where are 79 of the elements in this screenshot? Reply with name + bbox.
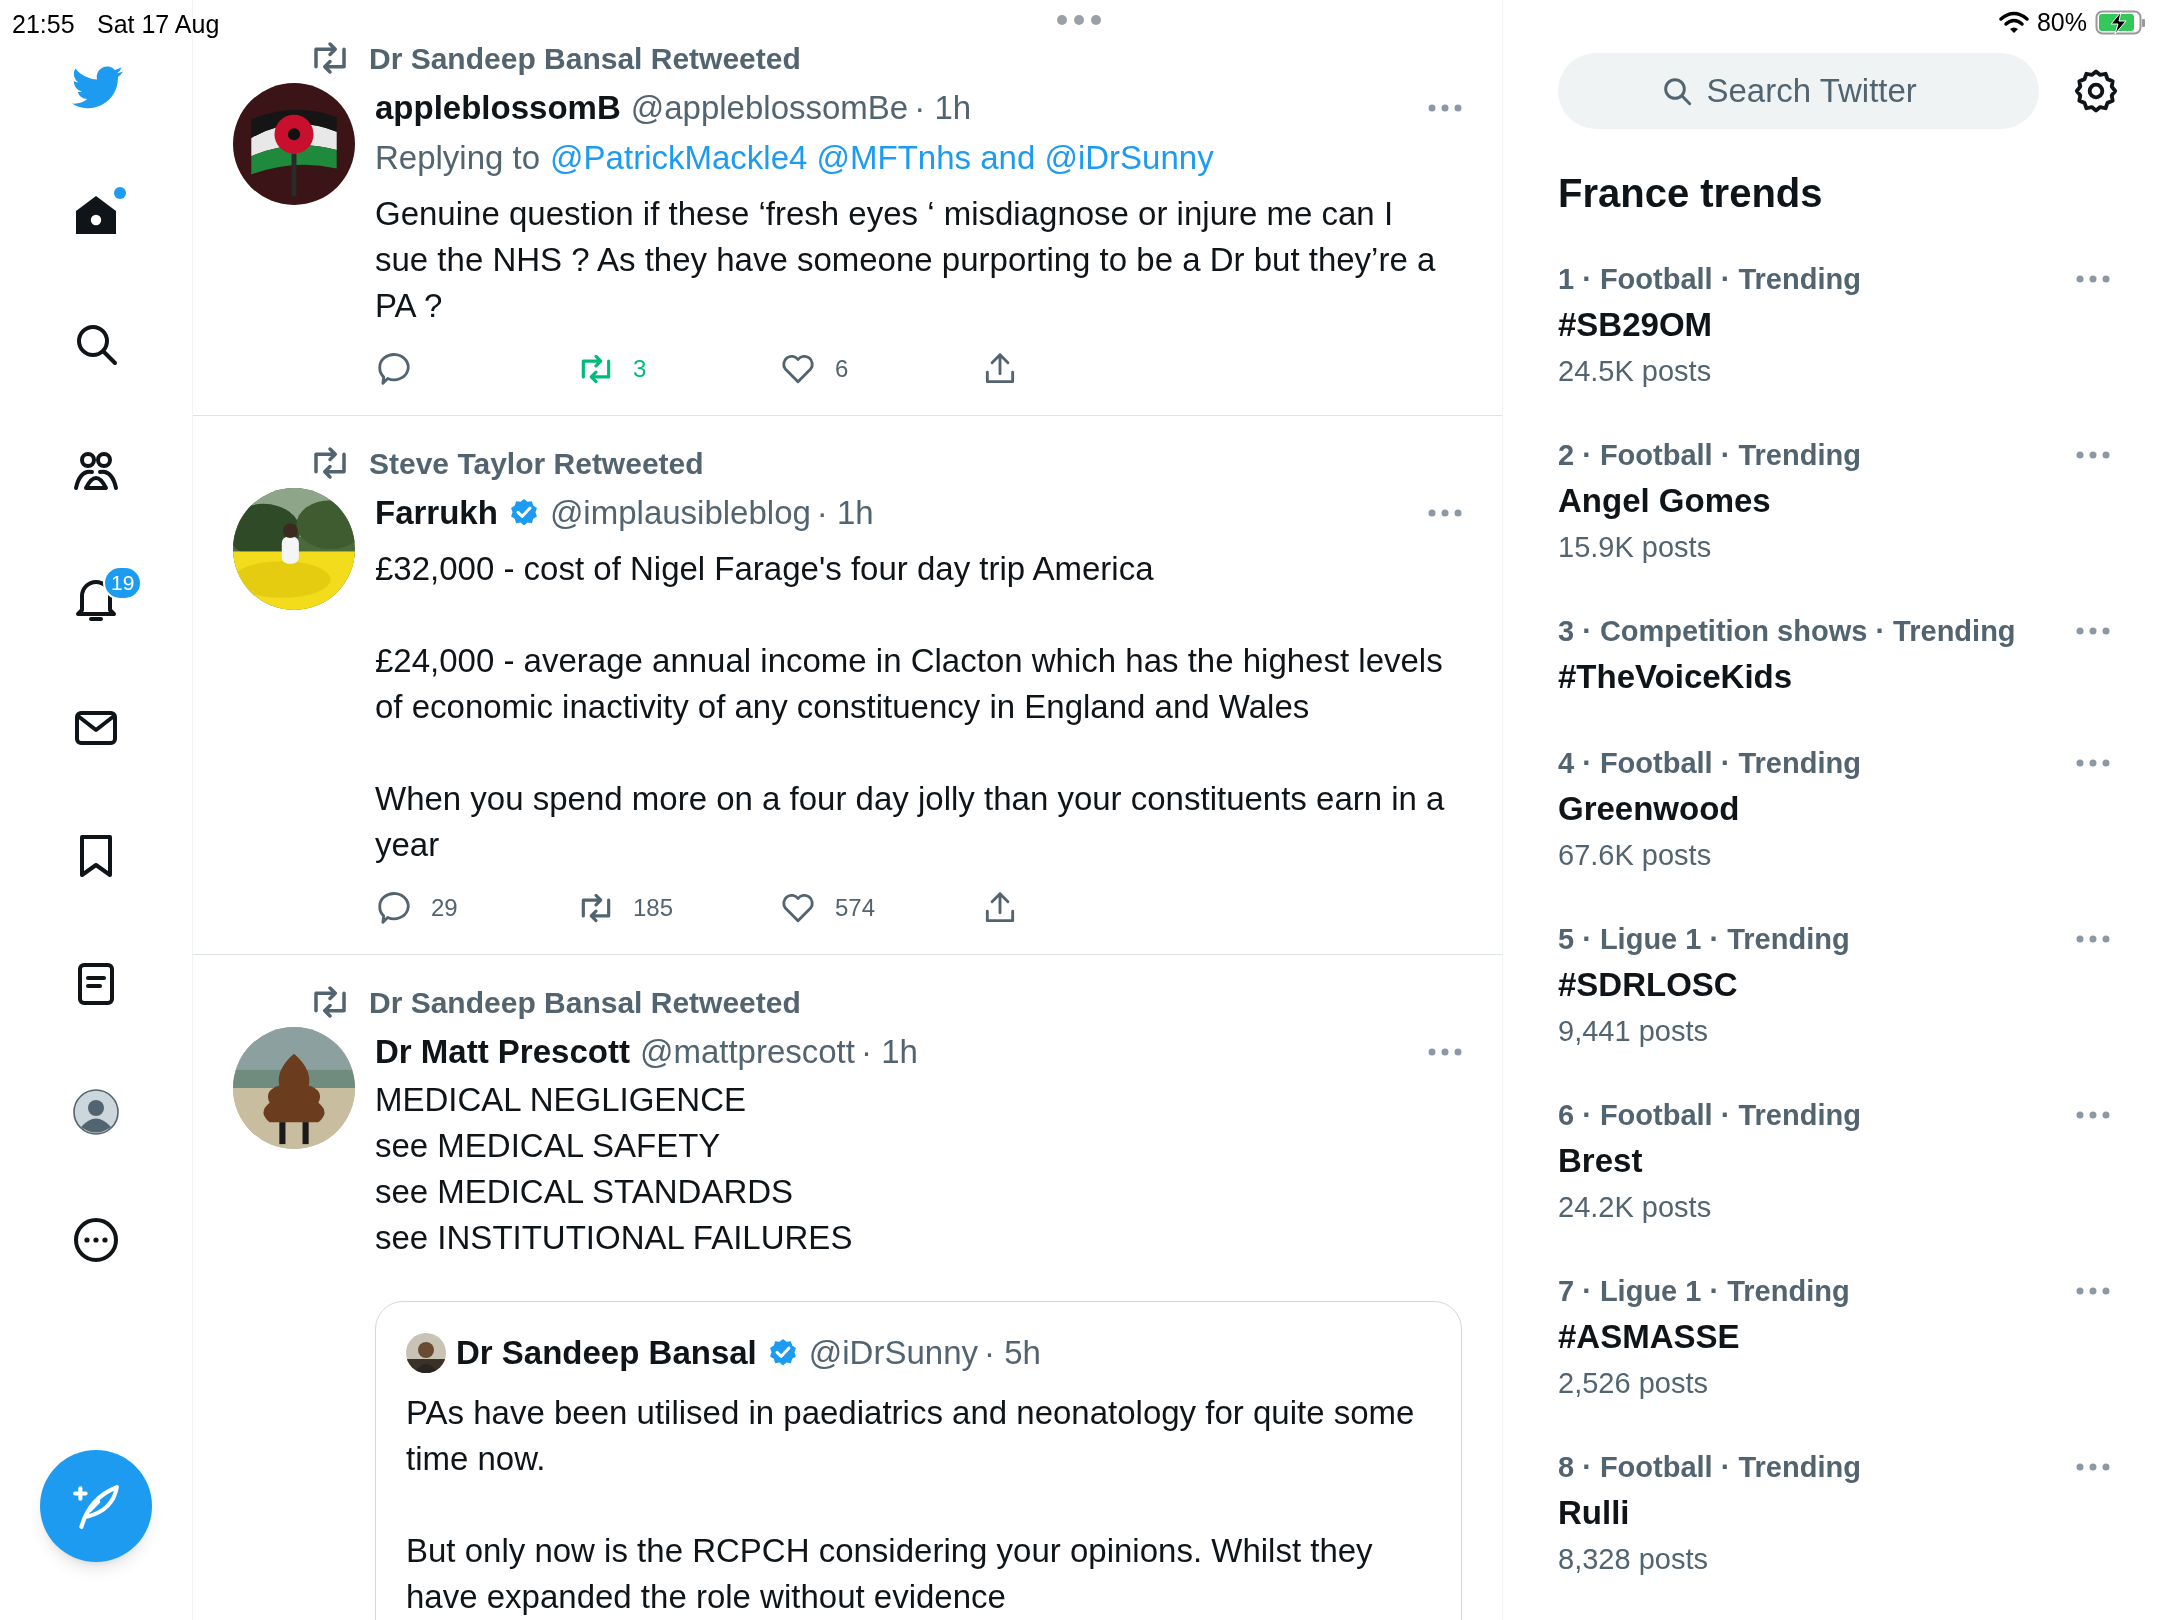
trend-context[interactable]: 4 · Football · Trending [1558,741,1861,785]
more-options-icon[interactable] [2076,451,2110,459]
wifi-icon [1998,10,2029,35]
trend-topic[interactable]: Angel Gomes [1558,477,1861,525]
action-count: 6 [835,354,849,384]
settings-icon[interactable] [2073,68,2119,114]
display-name: Dr Matt Prescott [375,1032,630,1073]
trend-post-count: 24.2K posts [1558,1190,1713,1225]
status-time: 21:55 [12,9,75,40]
trend-post-count: 67.6K posts [1558,838,1713,873]
notification-badge: 19 [103,566,143,600]
reply-label: Replying to [375,138,541,178]
trend-topic[interactable]: #TheVoiceKids [1558,653,2016,701]
post-text: see MEDICAL SAFETY [375,1126,722,1166]
search-field[interactable]: Search Twitter [1558,53,2039,129]
post-text: But only now is the RCPCH considering your opinions. Whilst they have expanded the role without evidence [406,1530,1374,1617]
retweet-label: Dr Sandeep Bansal Retweeted [369,984,801,1021]
trend-context[interactable]: 7 · Ligue 1 · Trending [1558,1269,1850,1313]
post-text: see INSTITUTIONAL FAILURES [375,1218,854,1258]
more-options-icon[interactable] [2076,275,2110,283]
more-options-icon[interactable] [2076,1287,2110,1295]
trend-post-count: 8,328 posts [1558,1542,1709,1577]
trend-post-count: 15.9K posts [1558,530,1713,565]
trend-topic[interactable]: #SB29OM [1558,301,1861,349]
reply-icon[interactable] [375,889,413,927]
trend-post-count: 2,526 posts [1558,1366,1709,1401]
user-handle: @implausibleblog [549,493,811,534]
search-input[interactable]: Search Twitter [1706,66,1937,116]
post-text: Genuine question if these ‘fresh eyes ‘ misdiagnose or injure me can I sue the NHS ? As they have someone purporting to be a Dr but they’re a PA ? [375,194,1437,326]
more-options-icon[interactable] [1428,1048,1462,1056]
more-icon[interactable] [72,1216,120,1264]
section-heading: France trends [1558,170,1824,217]
post-time: · 5h [984,1333,1041,1373]
more-options-icon[interactable] [2076,627,2110,635]
post-time: · 1h [914,88,972,129]
post-time: · 1h [816,493,874,534]
post-text: £24,000 - average annual income in Clacton which has the highest levels of economic inactivity of any constituency in England and Wales [375,641,1444,727]
trend-context[interactable]: 3 · Competition shows · Trending [1558,609,2016,653]
post-text: When you spend more on a four day jolly than your constituents earn in a year [375,779,1445,865]
display-name: Dr Sandeep Bansal [456,1333,757,1373]
user-handle: @iDrSunny [808,1333,978,1373]
battery-percentage: 80% [2036,7,2087,38]
trend-topic[interactable]: Rulli [1558,1489,1861,1537]
trend-context[interactable]: 5 · Ligue 1 · Trending [1558,917,1850,961]
status-date: Sat 17 Aug [97,9,220,40]
reply-icon[interactable] [375,350,413,388]
more-options-icon[interactable] [1428,104,1462,112]
trend-topic[interactable]: #ASMASSE [1558,1313,1850,1361]
post-text: PAs have been utilised in paediatrics and neonatology for quite some time now. [406,1392,1416,1479]
avatar-icon[interactable] [72,1088,120,1136]
trend-context[interactable]: 8 · Football · Trending [1558,1445,1861,1489]
trend-topic[interactable]: #SDRLOSC [1558,961,1850,1009]
post-text: £32,000 - cost of Nigel Farage's four day trip America [375,549,1155,589]
display-name: Farrukh [375,493,498,534]
more-options-icon[interactable] [2076,759,2110,767]
trend-post-count: 9,441 posts [1558,1014,1709,1049]
retweet-label: Dr Sandeep Bansal Retweeted [369,40,801,77]
multitasking-dots-icon[interactable] [1056,14,1102,26]
more-options-icon[interactable] [1428,509,1462,517]
action-count: 29 [431,893,458,923]
user-handle: @mattprescott [639,1032,855,1073]
trend-context[interactable]: 1 · Football · Trending [1558,257,1861,301]
post-time: · 1h [860,1032,918,1073]
more-options-icon[interactable] [2076,1111,2110,1119]
more-options-icon[interactable] [2076,935,2110,943]
action-count: 3 [633,354,647,384]
post-text: MEDICAL NEGLIGENCE [375,1080,748,1120]
trend-post-count: 24.5K posts [1558,354,1713,389]
user-handle: @appleblossomBe [630,88,909,129]
display-name: appleblossomB [375,88,621,129]
more-options-icon[interactable] [2076,1463,2110,1471]
trend-context[interactable]: 2 · Football · Trending [1558,433,1861,477]
trend-topic[interactable]: Brest [1558,1137,1861,1185]
trend-topic[interactable]: Greenwood [1558,785,1861,833]
trend-context[interactable]: 6 · Football · Trending [1558,1093,1861,1137]
action-count: 185 [633,893,674,923]
retweet-label: Steve Taylor Retweeted [369,445,704,482]
post-text: see MEDICAL STANDARDS [375,1172,795,1212]
action-count: 574 [835,893,876,923]
